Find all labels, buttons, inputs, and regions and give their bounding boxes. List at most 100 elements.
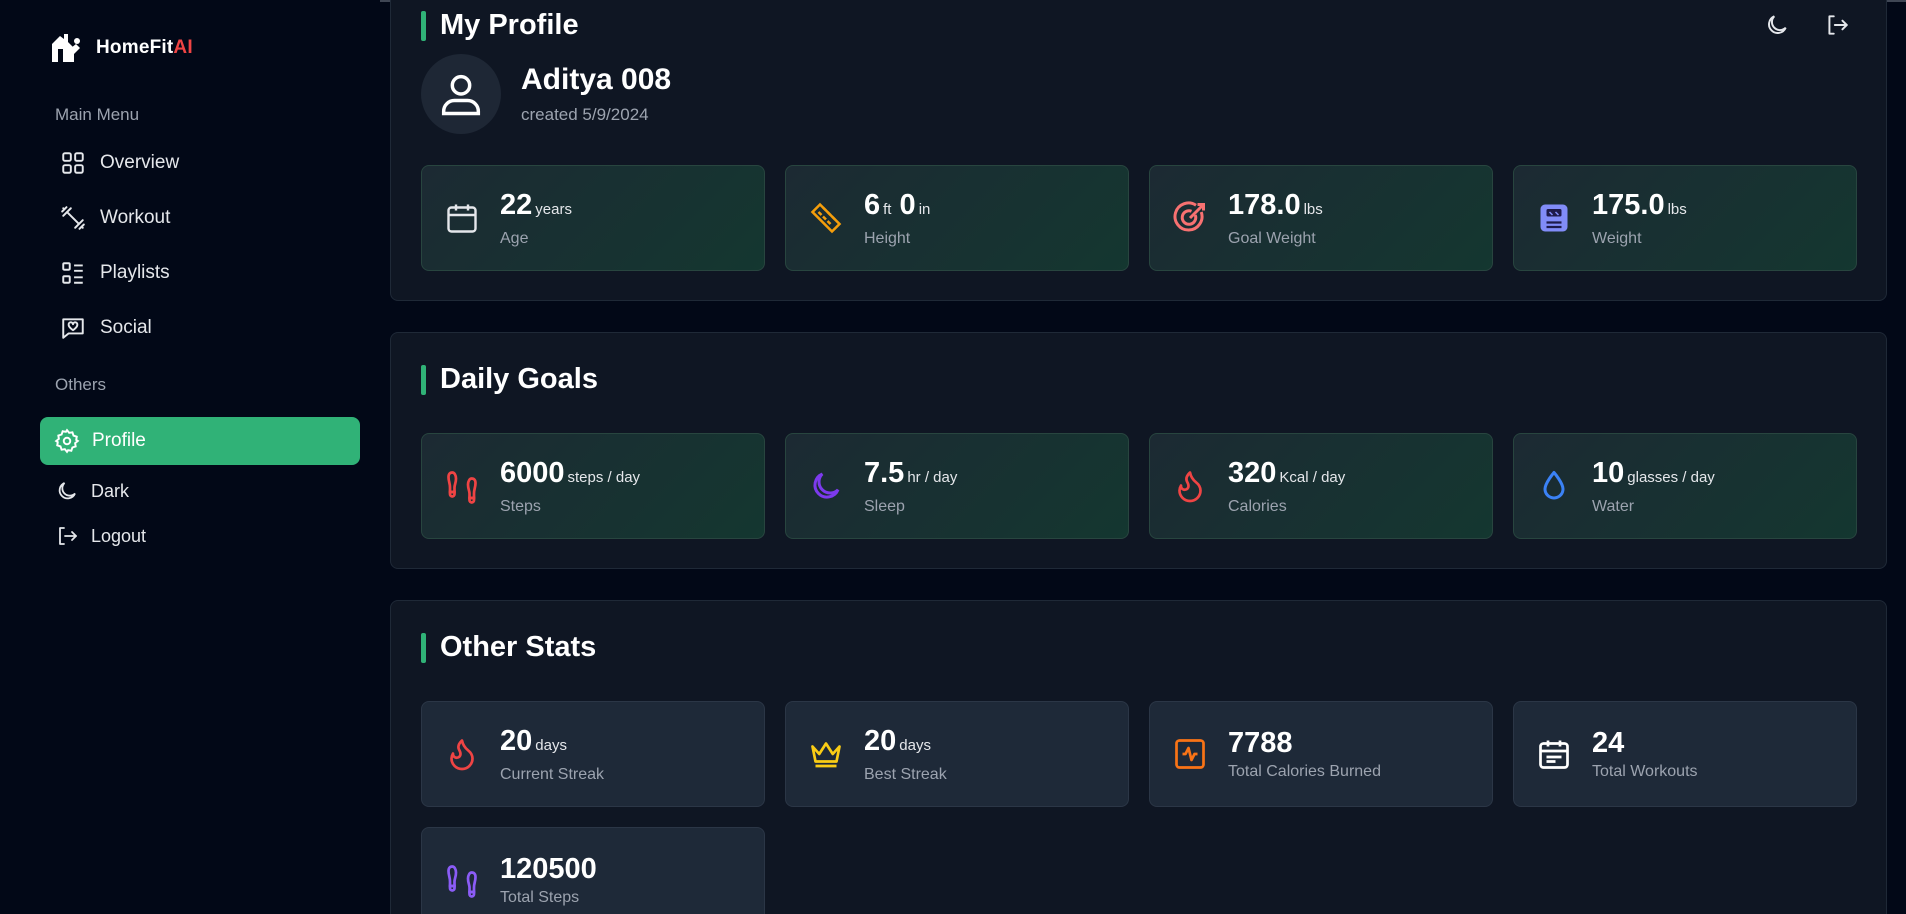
calories-goal-label: Calories bbox=[1228, 497, 1287, 515]
height-inch-value: 0 bbox=[899, 188, 916, 221]
flame-icon bbox=[1178, 471, 1202, 503]
brand-name: HomeFitAI bbox=[96, 37, 193, 58]
weight-label: Weight bbox=[1592, 229, 1642, 247]
height-inch-unit: in bbox=[918, 200, 931, 218]
total-steps-label: Total Steps bbox=[500, 889, 580, 906]
current-streak-label: Current Streak bbox=[500, 765, 605, 783]
calendar-days-icon bbox=[1539, 740, 1569, 769]
profile-panel: My Profile Aditya 008 created 5/9/2024 2… bbox=[390, 0, 1887, 301]
logout-button[interactable]: Logout bbox=[55, 524, 146, 548]
sidebar-item-label: Playlists bbox=[100, 262, 170, 283]
target-icon bbox=[1173, 201, 1205, 232]
logo-icon bbox=[52, 34, 80, 62]
other-stats-title-text: Other Stats bbox=[440, 631, 597, 663]
goal-card-sleep: 7.5 hr / day Sleep bbox=[785, 433, 1129, 539]
stat-card-age: 22 years Age bbox=[421, 165, 765, 271]
total-calories-value: 7788 bbox=[1228, 727, 1293, 759]
other-stats-panel: Other Stats 20 days Current Streak 20 days… bbox=[390, 600, 1887, 914]
sidebar-item-overview[interactable]: Overview bbox=[60, 143, 179, 183]
stat-card-goal-weight: 178.0 lbs Goal Weight bbox=[1149, 165, 1493, 271]
daily-goals-panel: Daily Goals 6000 steps / day Steps 7.5 hr … bbox=[390, 332, 1887, 569]
height-label: Height bbox=[864, 229, 911, 247]
logout-label: Logout bbox=[91, 525, 147, 546]
sidebar-item-label: Social bbox=[100, 317, 152, 338]
dumbbell-icon bbox=[61, 206, 85, 230]
activity-square-icon bbox=[1175, 739, 1205, 769]
scale-icon bbox=[1540, 204, 1568, 232]
total-steps-value: 120500 bbox=[500, 853, 597, 885]
best-streak-unit: days bbox=[899, 736, 931, 754]
daily-goals-title: Daily Goals bbox=[421, 363, 598, 396]
droplet-icon bbox=[1543, 471, 1565, 500]
sidebar: HomeFitAI Main Menu Overview Workout Pla… bbox=[0, 0, 380, 914]
ruler-icon bbox=[810, 202, 842, 234]
sidebar-item-social[interactable]: Social bbox=[60, 308, 152, 348]
steps-goal-value: 6000 bbox=[500, 456, 565, 489]
total-calories-label: Total Calories Burned bbox=[1228, 763, 1381, 780]
stat-card-total-steps: 120500 Total Steps bbox=[421, 827, 765, 914]
water-goal-value: 10 bbox=[1592, 456, 1625, 489]
sidebar-item-workout[interactable]: Workout bbox=[60, 198, 170, 238]
title-accent-bar bbox=[421, 632, 426, 663]
best-streak-value: 20 bbox=[864, 724, 897, 757]
sidebar-item-playlists[interactable]: Playlists bbox=[60, 253, 170, 293]
age-value: 22 bbox=[500, 188, 533, 221]
dark-mode-toggle[interactable]: Dark bbox=[55, 479, 129, 503]
goal-card-water: 10 glasses / day Water bbox=[1513, 433, 1857, 539]
total-workouts-value: 24 bbox=[1592, 727, 1625, 759]
calories-goal-unit: Kcal / day bbox=[1279, 468, 1346, 486]
grid-icon bbox=[62, 152, 84, 174]
stat-card-weight: 175.0 lbs Weight bbox=[1513, 165, 1857, 271]
user-icon bbox=[441, 74, 481, 116]
current-streak-unit: days bbox=[535, 736, 567, 754]
page-title: My Profile bbox=[421, 9, 579, 42]
moon-icon bbox=[58, 482, 76, 500]
stat-card-total-calories: 7788 Total Calories Burned bbox=[1149, 701, 1493, 807]
title-accent-bar bbox=[421, 364, 426, 395]
logout-icon bbox=[59, 527, 77, 545]
calories-goal-value: 320 bbox=[1228, 456, 1277, 489]
current-streak-value: 20 bbox=[500, 724, 533, 757]
age-label: Age bbox=[500, 229, 529, 247]
flame-icon bbox=[450, 739, 474, 771]
others-label: Others bbox=[55, 375, 107, 394]
sleep-goal-value: 7.5 bbox=[864, 456, 905, 489]
calendar-icon bbox=[447, 204, 477, 233]
title-accent-bar bbox=[421, 10, 426, 41]
sidebar-item-label: Overview bbox=[100, 152, 180, 173]
profile-created-date: created 5/9/2024 bbox=[521, 105, 649, 124]
list-icon bbox=[62, 262, 83, 284]
goal-card-steps: 6000 steps / day Steps bbox=[421, 433, 765, 539]
goal-weight-label: Goal Weight bbox=[1228, 229, 1316, 247]
age-unit: years bbox=[535, 200, 572, 218]
gear-icon bbox=[54, 428, 80, 454]
theme-toggle-moon-icon[interactable] bbox=[1764, 12, 1790, 38]
sidebar-item-profile[interactable]: Profile bbox=[40, 417, 360, 465]
stat-card-current-streak: 20 days Current Streak bbox=[421, 701, 765, 807]
stat-card-total-workouts: 24 Total Workouts bbox=[1513, 701, 1857, 807]
profile-name: Aditya 008 bbox=[521, 63, 672, 96]
height-feet-unit: ft bbox=[883, 200, 892, 218]
goal-weight-value: 178.0 bbox=[1228, 188, 1301, 221]
footprints-icon bbox=[447, 471, 477, 504]
profile-title-text: My Profile bbox=[440, 9, 579, 41]
footprints-icon bbox=[447, 865, 477, 898]
height-feet-value: 6 bbox=[864, 188, 881, 221]
main-menu-label: Main Menu bbox=[55, 105, 140, 124]
daily-goals-title-text: Daily Goals bbox=[440, 363, 598, 395]
crown-icon bbox=[811, 742, 841, 768]
brand[interactable]: HomeFitAI bbox=[48, 30, 193, 66]
sidebar-item-label: Workout bbox=[100, 207, 171, 228]
sleep-goal-unit: hr / day bbox=[907, 468, 958, 486]
logout-icon[interactable] bbox=[1824, 12, 1850, 38]
avatar[interactable] bbox=[421, 54, 501, 134]
stat-card-best-streak: 20 days Best Streak bbox=[785, 701, 1129, 807]
sidebar-item-label: Profile bbox=[92, 430, 146, 451]
steps-goal-unit: steps / day bbox=[567, 468, 641, 486]
weight-unit: lbs bbox=[1667, 200, 1687, 218]
goal-weight-unit: lbs bbox=[1303, 200, 1323, 218]
chat-heart-icon bbox=[62, 318, 84, 339]
weight-value: 175.0 bbox=[1592, 188, 1665, 221]
sleep-goal-label: Sleep bbox=[864, 497, 905, 515]
goal-card-calories: 320 Kcal / day Calories bbox=[1149, 433, 1493, 539]
